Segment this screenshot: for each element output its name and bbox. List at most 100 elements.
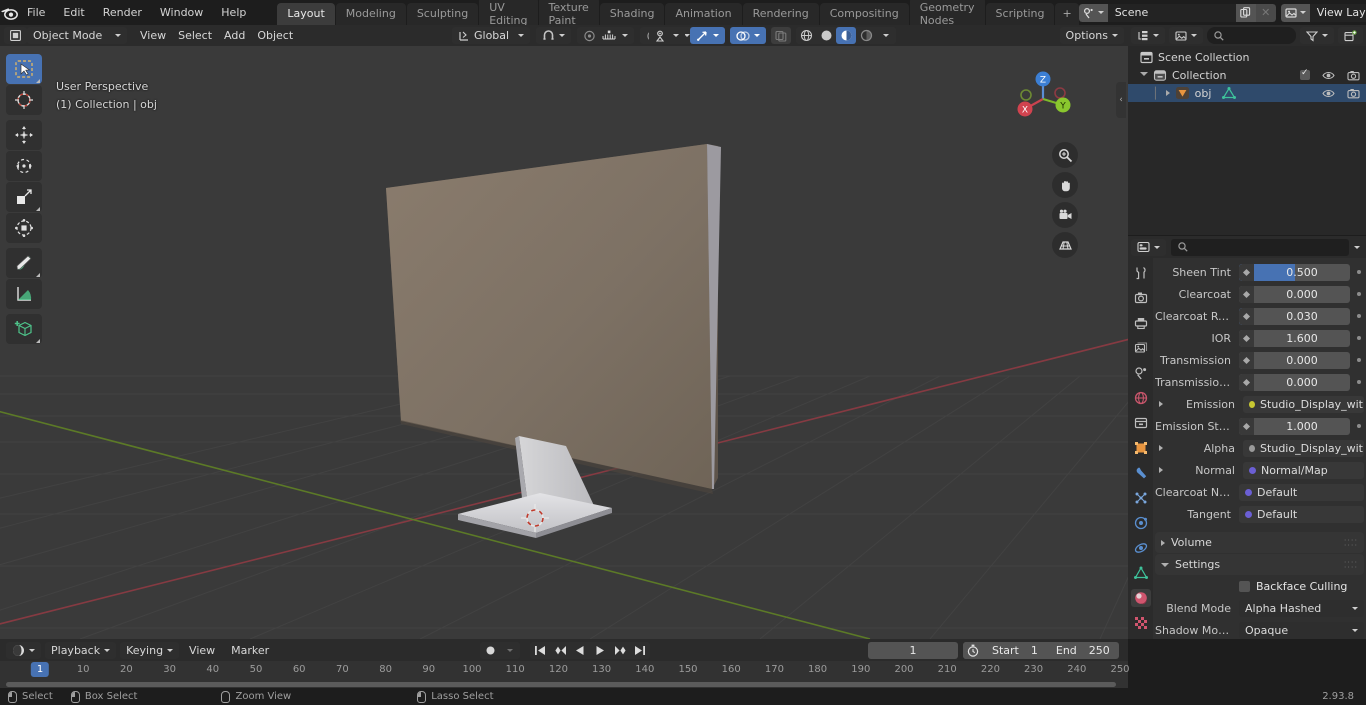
visibility-selector[interactable] — [649, 27, 685, 44]
outliner-filter-button[interactable] — [1300, 27, 1334, 44]
timeline-playhead[interactable]: 1 — [30, 662, 50, 677]
backface-culling-checkbox[interactable] — [1239, 581, 1250, 592]
sidebar-toggle-arrow[interactable]: ‹ — [1116, 82, 1126, 118]
keyframe-dot-icon[interactable] — [1354, 358, 1364, 362]
animate-property-icon[interactable] — [1239, 351, 1254, 369]
constraints-tab[interactable] — [1131, 539, 1151, 557]
animate-property-icon[interactable] — [1239, 417, 1254, 435]
view-layer-icon[interactable] — [1280, 3, 1310, 22]
outliner[interactable]: Scene Collection Collection │ obj — [1128, 46, 1366, 235]
unlink-scene-icon[interactable]: ✕ — [1255, 3, 1276, 22]
timeline-editor-type[interactable] — [6, 641, 41, 659]
xray-toggle[interactable] — [771, 27, 791, 44]
outliner-row-obj[interactable]: │ obj — [1128, 84, 1366, 102]
new-scene-icon[interactable] — [1235, 3, 1256, 22]
blend-mode-dropdown[interactable]: Alpha Hashed — [1239, 599, 1364, 617]
menu-help[interactable]: Help — [212, 3, 255, 22]
scene-icon[interactable] — [1078, 3, 1108, 22]
viewport-menu-object[interactable]: Object — [251, 27, 299, 44]
tangent-input-link[interactable]: Default — [1239, 505, 1364, 523]
shading-options-dropdown[interactable] — [876, 27, 896, 44]
shadow-mode-dropdown[interactable]: Opaque — [1239, 621, 1364, 639]
workspace-tab-shading[interactable]: Shading — [599, 3, 665, 25]
record-icon[interactable] — [480, 641, 500, 659]
keyframe-dot-icon[interactable] — [1354, 314, 1364, 318]
menu-edit[interactable]: Edit — [54, 3, 93, 22]
move-tool[interactable] — [6, 120, 42, 150]
scene-tab[interactable] — [1131, 364, 1151, 382]
current-frame-field[interactable]: 1 — [868, 641, 958, 659]
shading-rendered-button[interactable] — [856, 27, 876, 44]
animate-property-icon[interactable] — [1239, 263, 1254, 281]
keyframe-dot-icon[interactable] — [1354, 336, 1364, 340]
snap-toggle[interactable] — [536, 27, 571, 44]
particles-tab[interactable] — [1131, 489, 1151, 507]
toggle-ortho-icon[interactable] — [1052, 232, 1078, 258]
timeline-editor[interactable]: 1 10 20 30 40 50 60 70 80 90 100 110 120 130 140 150 160… — [0, 661, 1130, 688]
add-cube-tool[interactable] — [6, 314, 42, 344]
ior-slider[interactable]: 1.600 — [1239, 329, 1350, 347]
stopwatch-icon[interactable] — [963, 641, 983, 659]
transform-tool[interactable] — [6, 213, 42, 243]
object-mode-selector[interactable]: Object Mode — [27, 27, 127, 44]
scale-tool[interactable] — [6, 182, 42, 212]
properties-editor-type[interactable] — [1131, 238, 1166, 256]
eye-icon[interactable] — [1322, 88, 1335, 99]
proportional-editing-toggle[interactable] — [577, 27, 634, 44]
shading-wireframe-button[interactable] — [796, 27, 816, 44]
clearcoat-normal-input-link[interactable]: Default — [1239, 483, 1364, 501]
panel-settings[interactable]: Settings ···· ···· — [1155, 554, 1364, 575]
next-keyframe-icon[interactable] — [610, 641, 630, 659]
keyframe-dot-icon[interactable] — [1354, 380, 1364, 384]
timeline-menu-playback[interactable]: Playback — [45, 641, 117, 659]
disclosure-triangle-icon[interactable] — [1165, 90, 1170, 96]
transmission-slider[interactable]: 0.000 — [1239, 351, 1350, 369]
shading-solid-button[interactable] — [816, 27, 836, 44]
clearcoat-slider[interactable]: 0.000 — [1239, 285, 1350, 303]
outliner-search-input[interactable] — [1207, 27, 1296, 44]
workspace-tab-animation[interactable]: Animation — [665, 3, 742, 25]
menu-file[interactable]: File — [18, 3, 54, 22]
eye-icon[interactable] — [1322, 70, 1335, 81]
measure-tool[interactable] — [6, 279, 42, 309]
clearcoat-roughness-slider[interactable]: 0.030 — [1239, 307, 1350, 325]
properties-panel[interactable]: Sheen Tint 0.500 Clearcoat 0.000 Clearco… — [1153, 258, 1366, 639]
navigation-gizmo[interactable]: Z X Y — [1005, 61, 1081, 137]
scene-selector[interactable]: Scene ✕ — [1078, 3, 1276, 22]
3d-viewport[interactable]: User Perspective (1) Collection | obj Z … — [0, 46, 1128, 639]
view-layer-tab[interactable] — [1131, 339, 1151, 357]
collection-tab[interactable] — [1131, 414, 1151, 432]
new-collection-button[interactable] — [1338, 27, 1363, 44]
workspace-tab-modeling[interactable]: Modeling — [335, 3, 406, 25]
animate-property-icon[interactable] — [1239, 373, 1254, 391]
timeline-menu-marker[interactable]: Marker — [225, 642, 275, 659]
tool-tab[interactable] — [1131, 264, 1151, 282]
timeline-ruler[interactable]: 1 10 20 30 40 50 60 70 80 90 100 110 120 130 140 150 160… — [0, 661, 1130, 681]
blender-logo-icon[interactable] — [0, 0, 18, 25]
emission-disclosure[interactable] — [1155, 401, 1169, 407]
normal-input-link[interactable]: Normal/Map — [1243, 461, 1364, 479]
pan-hand-icon[interactable] — [1052, 172, 1078, 198]
timeline-scrollbar[interactable] — [6, 682, 1116, 687]
timeline-menu-view[interactable]: View — [183, 642, 221, 659]
show-gizmo-toggle[interactable] — [690, 27, 725, 44]
start-frame-field[interactable]: Start 1 — [983, 644, 1047, 657]
editor-type-icon[interactable] — [4, 27, 27, 44]
rotate-tool[interactable] — [6, 151, 42, 181]
properties-options-chevron-down-icon[interactable] — [1354, 245, 1360, 249]
outliner-row-collection[interactable]: Collection — [1128, 66, 1366, 84]
play-reverse-icon[interactable] — [570, 641, 590, 659]
keyframe-dot-icon[interactable] — [1354, 424, 1364, 428]
workspace-tab-layout[interactable]: Layout — [277, 3, 335, 25]
workspace-tab-compositing[interactable]: Compositing — [819, 3, 909, 25]
view-layer-selector[interactable]: View Layer ✕ — [1280, 3, 1366, 22]
viewport-menu-select[interactable]: Select — [172, 27, 218, 44]
output-tab[interactable] — [1131, 314, 1151, 332]
workspace-tab-scripting[interactable]: Scripting — [985, 3, 1055, 25]
end-frame-field[interactable]: End 250 — [1047, 644, 1119, 657]
options-dropdown[interactable]: Options — [1059, 27, 1124, 44]
animate-property-icon[interactable] — [1239, 307, 1254, 325]
outliner-display-mode[interactable] — [1131, 27, 1165, 44]
sheen-tint-slider[interactable]: 0.500 — [1239, 263, 1350, 281]
camera-render-icon[interactable] — [1347, 70, 1360, 81]
